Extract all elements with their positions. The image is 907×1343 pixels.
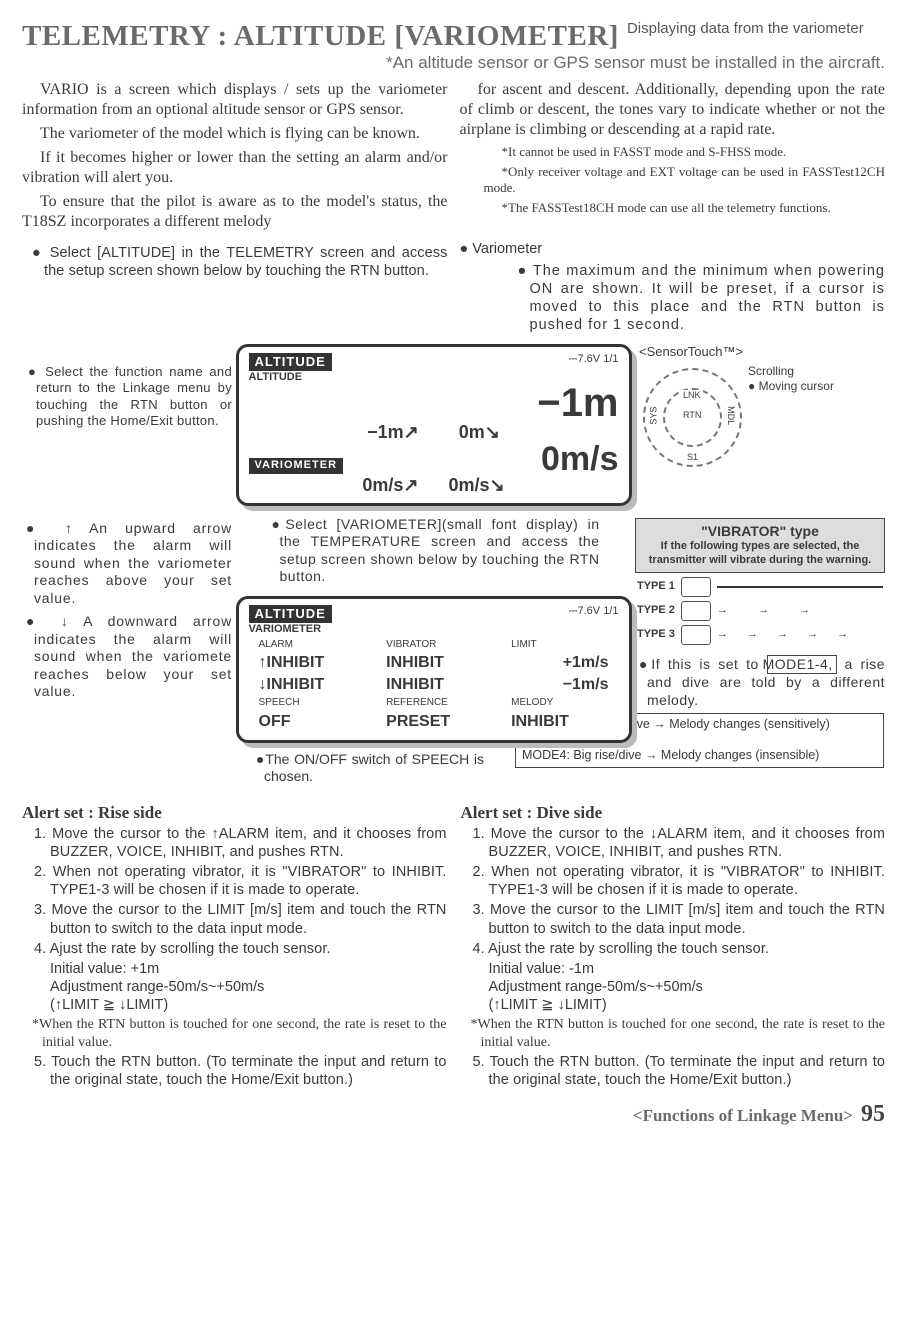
arrow-pattern-3: → → → → → — [717, 628, 856, 642]
rise-step2: 2. When not operating vibrator, it is "V… — [22, 863, 447, 899]
lcd2-r2-vib: INHIBIT — [378, 675, 501, 695]
rise-reset-note: *When the RTN button is touched for one … — [22, 1016, 447, 1051]
speech-switch-note: ●The ON/OFF switch of SPEECH is chosen. — [252, 751, 484, 786]
lcd2-h-alarm: ALARM — [251, 639, 377, 652]
rise-step4a: Initial value: +1m — [22, 960, 447, 978]
lcd1-mid-left: −1m↗ — [367, 421, 419, 444]
variometer-max-note: ● The maximum and the minimum when power… — [460, 262, 886, 335]
rise-step4: 4. Ajust the rate by scrolling the touch… — [22, 940, 447, 958]
vibrator-type1: TYPE 1 — [637, 577, 883, 597]
mode-ref-box: MODE1-4, — [767, 655, 837, 675]
sensortouch-label: <SensorTouch™> — [639, 344, 885, 360]
lcd2-h-reference: REFERENCE — [378, 697, 501, 710]
intro-p4: To ensure that the pilot is aware as to … — [22, 192, 448, 232]
rise-step1: 1. Move the cursor to the ↑ALARM item, a… — [22, 825, 447, 861]
select-variometer-note: ●Select [VARIOMETER](small font display)… — [268, 516, 600, 586]
footer-section-label: <Functions of Linkage Menu> — [633, 1105, 853, 1126]
lcd1-big-value: −1m — [537, 385, 618, 421]
dive-step4: 4. Ajust the rate by scrolling the touch… — [461, 940, 886, 958]
ring-sys: SYS — [648, 405, 659, 427]
down-arrow-note: ● ↓ A downward arrow indicates the alarm… — [22, 613, 232, 701]
up-arrow-note: ● ↑ An upward arrow indicates the alarm … — [22, 520, 232, 608]
lcd2-r2-limit: −1m/s — [503, 675, 616, 695]
variometer-heading: ● Variometer — [460, 240, 886, 258]
lcd2-melody-value: INHIBIT — [503, 712, 616, 732]
rise-step4b: Adjustment range-50m/s~+50m/s — [22, 978, 447, 996]
install-note: *An altitude sensor or GPS sensor must b… — [22, 52, 885, 73]
transmitter-icon — [681, 625, 711, 645]
dive-step1: 1. Move the cursor to the ↓ALARM item, a… — [461, 825, 886, 861]
scrolling-label: Scrolling — [748, 364, 834, 379]
lcd2-title: ALTITUDE — [249, 605, 332, 623]
lcd1-battery: ⎓7.6V 1/1 — [569, 353, 619, 371]
select-altitude-bullet: ● Select [ALTITUDE] in the TELEMETRY scr… — [22, 244, 448, 280]
vibrator-type2-label: TYPE 2 — [637, 604, 675, 618]
lcd1-foot-left: 0m/s↗ — [362, 474, 418, 497]
mode-set-note: ●If this is set to MODE1-4, a rise and d… — [635, 655, 885, 710]
lcd2-h-limit: LIMIT — [503, 639, 616, 652]
dive-step4c: (↑LIMIT ≧ ↓LIMIT) — [461, 996, 886, 1014]
intro-right-p1: for ascent and descent. Additionally, de… — [460, 80, 886, 140]
moving-cursor-label: ● Moving cursor — [748, 379, 834, 394]
lcd2-r1-vib: INHIBIT — [378, 653, 501, 673]
lcd1-vario-value: 0m/s — [541, 444, 619, 475]
lcd1-mid-right: 0m↘ — [459, 421, 500, 444]
vibrator-subtitle: If the following types are selected, the… — [642, 540, 878, 568]
lcd2-h-vibrator: VIBRATOR — [378, 639, 501, 652]
vibrator-title: "VIBRATOR" type — [642, 523, 878, 541]
ring-rtn: RTN — [681, 410, 703, 421]
page-title: TELEMETRY : ALTITUDE [VARIOMETER] — [22, 18, 619, 54]
vibrator-type3-label: TYPE 3 — [637, 628, 675, 642]
lcd2-r1-alarm: ↑INHIBIT — [251, 653, 377, 673]
lcd2-h-speech: SPEECH — [251, 697, 377, 710]
dive-step2: 2. When not operating vibrator, it is "V… — [461, 863, 886, 899]
alert-dive-title: Alert set : Dive side — [461, 802, 886, 823]
note-12ch: *Only receiver voltage and EXT voltage c… — [460, 164, 886, 197]
note-18ch: *The FASSTest18CH mode can use all the t… — [460, 200, 886, 216]
sensortouch-ring: LNK RTN SYS MDL S1 — [643, 368, 742, 467]
vibrator-type3: TYPE 3 → → → → → — [637, 625, 883, 645]
lcd1-foot-right: 0m/s↘ — [449, 474, 505, 497]
dive-step5: 5. Touch the RTN button. (To terminate t… — [461, 1053, 886, 1089]
dive-reset-note: *When the RTN button is touched for one … — [461, 1016, 886, 1051]
dive-step3: 3. Move the cursor to the LIMIT [m/s] it… — [461, 901, 886, 937]
lcd2-sub: VARIOMETER — [249, 623, 619, 637]
ring-s1: S1 — [685, 452, 700, 463]
rise-step5: 5. Touch the RTN button. (To terminate t… — [22, 1053, 447, 1089]
page-number: 95 — [861, 1099, 885, 1129]
intro-p2: The variometer of the model which is fly… — [22, 124, 448, 144]
ring-lnk: LNK — [681, 390, 703, 401]
vibrator-type-box: "VIBRATOR" type If the following types a… — [635, 518, 885, 573]
lcd2-h-melody: MELODY — [503, 697, 616, 710]
arrow-pattern-2: → → → — [717, 604, 818, 618]
rise-step4c: (↑LIMIT ≧ ↓LIMIT) — [22, 996, 447, 1014]
mode4-text: MODE4: Big rise/dive → Melody changes (i… — [522, 748, 877, 764]
note-fasst: *It cannot be used in FASST mode and S-F… — [460, 144, 886, 160]
dive-step4a: Initial value: -1m — [461, 960, 886, 978]
lcd2-reference-value: PRESET — [378, 712, 501, 732]
mode-set-prefix: ●If this is set to — [639, 656, 759, 672]
lcd2-r1-limit: +1m/s — [503, 653, 616, 673]
lcd1-title: ALTITUDE — [249, 353, 332, 371]
transmitter-icon — [681, 601, 711, 621]
vibrator-type1-label: TYPE 1 — [637, 580, 675, 594]
alert-rise-title: Alert set : Rise side — [22, 802, 447, 823]
rise-step3: 3. Move the cursor to the LIMIT [m/s] it… — [22, 901, 447, 937]
lcd2-r2-alarm: ↓INHIBIT — [251, 675, 377, 695]
select-function-note: ● Select the function name and return to… — [22, 364, 232, 429]
dive-step4b: Adjustment range-50m/s~+50m/s — [461, 978, 886, 996]
intro-p1: VARIO is a screen which displays / sets … — [22, 80, 448, 120]
intro-p3: If it becomes higher or lower than the s… — [22, 148, 448, 188]
vibrator-type2: TYPE 2 → → → — [637, 601, 883, 621]
lcd-variometer-screen: ALTITUDE ⎓7.6V 1/1 VARIOMETER ALARM VIBR… — [236, 596, 632, 743]
lcd2-battery: ⎓7.6V 1/1 — [569, 605, 619, 623]
page-subtitle-right: Displaying data from the variometer — [619, 18, 864, 39]
lcd2-speech-value: OFF — [251, 712, 377, 732]
lcd-altitude-screen: ALTITUDE ⎓7.6V 1/1 ALTITUDE −1m −1m↗ 0m↘… — [236, 344, 632, 506]
ring-mdl: MDL — [725, 404, 736, 427]
lcd1-vario-label: VARIOMETER — [249, 458, 344, 474]
transmitter-icon — [681, 577, 711, 597]
